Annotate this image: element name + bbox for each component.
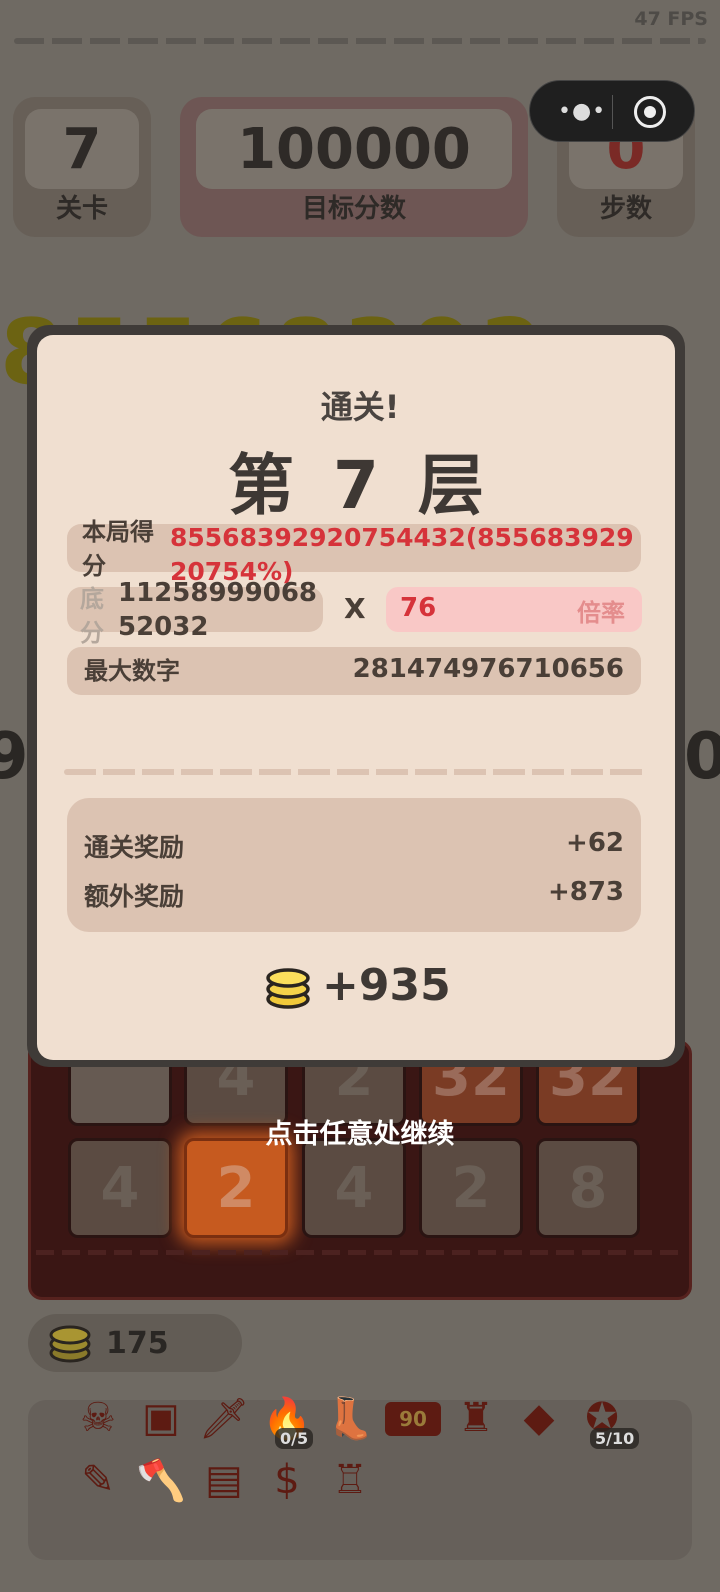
axe-icon[interactable]: 🪓	[133, 1452, 189, 1508]
coin-stack-icon	[49, 1325, 91, 1363]
more-icon[interactable]: •●•	[558, 99, 606, 124]
background-right-number: 0	[684, 720, 720, 794]
pen-icon[interactable]: ✎	[70, 1452, 126, 1508]
modal-floor: 第 7 层	[228, 447, 492, 524]
sword-icon[interactable]: 🗡	[196, 1390, 252, 1446]
coin-balance: 175	[28, 1314, 242, 1372]
max-number-value: 281474976710656	[352, 654, 624, 684]
item-count-badge: 5/10	[590, 1428, 640, 1449]
board-tile: 4	[302, 1138, 406, 1238]
miniprogram-capsule: •●•	[529, 80, 695, 142]
steps-label: 步数	[599, 194, 652, 224]
close-target-icon[interactable]	[634, 96, 666, 128]
boot-icon[interactable]: 👢	[322, 1390, 378, 1446]
level-box: 7 关卡	[13, 97, 151, 237]
base-value: 1125899906852032	[118, 578, 317, 642]
extra-reward-value: +873	[547, 877, 624, 907]
item-count-badge: 0/5	[275, 1428, 314, 1449]
dollar-coin-icon[interactable]: $	[259, 1452, 315, 1508]
modal-divider	[64, 769, 646, 775]
card-icon[interactable]: ▤	[196, 1452, 252, 1508]
demon-mask-icon[interactable]: ☠	[70, 1390, 126, 1446]
fps-counter: 47 FPS	[634, 8, 708, 30]
target-value: 100000	[196, 109, 512, 189]
board-tile: 8	[536, 1138, 640, 1238]
clear-reward-value: +62	[566, 828, 624, 858]
multiplier-label: 倍率	[577, 599, 625, 627]
score-label: 本局得分	[82, 518, 154, 580]
board-tile: 4	[68, 1138, 172, 1238]
candle-icon[interactable]: ♖	[322, 1452, 378, 1508]
target-box: 100000 目标分数	[180, 97, 528, 237]
armor-boot-icon[interactable]: ♜	[448, 1390, 504, 1446]
clear-reward-label: 通关奖励	[84, 833, 185, 862]
max-number-label: 最大数字	[84, 657, 180, 685]
gem-coin-icon[interactable]: ◆	[511, 1390, 567, 1446]
target-label: 目标分数	[301, 194, 406, 224]
multiplier-value: 76	[400, 593, 437, 623]
extra-reward-label: 额外奖励	[84, 882, 185, 911]
background-left-number: 9	[0, 720, 29, 794]
board-dashes	[36, 1250, 684, 1255]
ice-cube-icon[interactable]: ▣	[133, 1390, 189, 1446]
base-label: 底分	[80, 585, 104, 647]
total-reward-value: +935	[322, 960, 451, 1011]
progress-dashes	[14, 38, 706, 44]
level-label: 关卡	[55, 194, 108, 224]
level-value: 7	[25, 109, 139, 189]
modal-title: 通关!	[320, 388, 400, 426]
board-tile: 2	[419, 1138, 523, 1238]
continue-hint[interactable]: 点击任意处继续	[0, 1112, 720, 1151]
coin-balance-value: 175	[106, 1326, 169, 1361]
board-tile: 2	[184, 1138, 288, 1238]
times-sign: X	[344, 592, 366, 625]
ticket-90-icon[interactable]: 90	[385, 1402, 441, 1436]
coin-stack-icon	[266, 968, 310, 1009]
